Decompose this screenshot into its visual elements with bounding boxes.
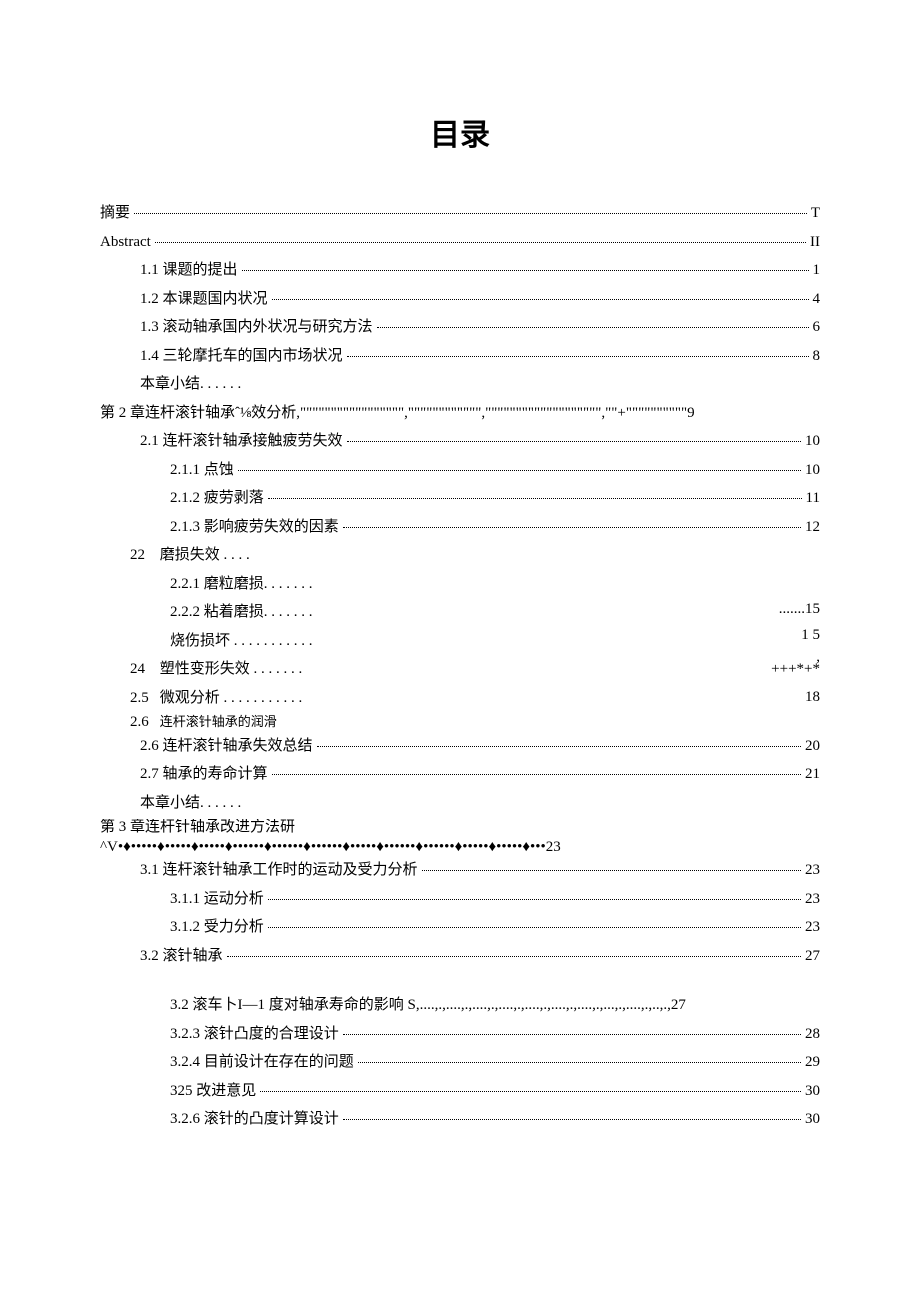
toc-page-number: 10 (805, 429, 820, 455)
toc-entry: 3.2.4 目前设计在存在的问题 29 (100, 1050, 820, 1076)
toc-label: 3.2 滚针轴承 (140, 944, 223, 970)
toc-label: 3.2.6 滚针的凸度计算设计 (170, 1107, 339, 1133)
toc-leader-dots (347, 441, 801, 442)
toc-page-number: 23 (805, 887, 820, 913)
toc-leader-dots (260, 1091, 801, 1092)
toc-entry: 3.2 滚车卜I—1 度对轴承寿命的影响 S,....,.,....,.,...… (100, 993, 820, 1019)
toc-page-number: 6 (813, 315, 821, 341)
toc-entry: 2.2.2 粘着磨损. . . . . . . (100, 600, 820, 626)
toc-entry: 本章小结. . . . . . (100, 372, 820, 398)
toc-page-number: 23 (805, 858, 820, 884)
toc-page-number: T (811, 201, 820, 227)
toc-entry: 1.2 本课题国内状况 4 (100, 287, 820, 313)
toc-entry: 2.6 连杆滚针轴承的润滑 (100, 714, 820, 731)
toc-entry: 2.7 轴承的寿命计算 21 (100, 762, 820, 788)
toc-entry: 1.4 三轮摩托车的国内市场状况 8 (100, 344, 820, 370)
toc-label: 3.1 连杆滚针轴承工作时的运动及受力分析 (140, 858, 418, 884)
toc-chapter-heading: ^V•♦•••••♦•••••♦•••••♦••••••♦••••••♦••••… (100, 839, 820, 856)
toc-page-number: 21 (805, 762, 820, 788)
toc-label: 1.2 本课题国内状况 (140, 287, 268, 313)
toc-entry: 2.6 连杆滚针轴承失效总结 20 (100, 734, 820, 760)
toc-entry: 325 改进意见 30 (100, 1079, 820, 1105)
toc-entry: 本章小结. . . . . . (100, 791, 820, 817)
toc-leader-dots (227, 956, 801, 957)
toc-label: 2.1.2 疲劳剥落 (170, 486, 264, 512)
toc-page-number: 1 5 (801, 626, 820, 644)
toc-entry: 3.2.6 滚针的凸度计算设计 30 (100, 1107, 820, 1133)
toc-page-number: 8 (813, 344, 821, 370)
toc-leader-dots (155, 242, 806, 243)
toc-page-number: 10 (805, 458, 820, 484)
toc-leader-dots (347, 356, 809, 357)
toc-page-number: 11 (806, 486, 820, 512)
toc-entry: 3.2 滚针轴承 27 (100, 944, 820, 970)
toc-label: 1.1 课题的提出 (140, 258, 238, 284)
toc-label: 2.1.3 影响疲劳失效的因素 (170, 515, 339, 541)
toc-entry: 1.1 课题的提出 1 (100, 258, 820, 284)
toc-entry: 2.1 连杆滚针轴承接触疲劳失效 10 (100, 429, 820, 455)
toc-entry: 3.1 连杆滚针轴承工作时的运动及受力分析 23 (100, 858, 820, 884)
toc-label: 1.3 滚动轴承国内外状况与研究方法 (140, 315, 373, 341)
toc-page-number: 23 (805, 915, 820, 941)
toc-entry: 2.5 微观分析 . . . . . . . . . . . (100, 686, 820, 712)
toc-entry: 1.3 滚动轴承国内外状况与研究方法 6 (100, 315, 820, 341)
toc-page-number: II (810, 230, 820, 256)
toc-entry: 2.1.1 点蚀 10 (100, 458, 820, 484)
toc-entry: 3.2.3 滚针凸度的合理设计 28 (100, 1022, 820, 1048)
toc-leader-dots (268, 927, 801, 928)
toc-leader-dots (317, 746, 801, 747)
page-title: 目录 (100, 110, 820, 161)
toc-entry: 摘要 T (100, 201, 820, 227)
toc-leader-dots (242, 270, 809, 271)
toc-entry: 2.2.1 磨粒磨损. . . . . . . (100, 572, 820, 598)
toc-entry: 22 磨损失效 . . . . (100, 543, 820, 569)
toc-leader-dots (272, 299, 809, 300)
toc-leader-dots (268, 899, 801, 900)
toc-chapter-heading: 第 3 章连杆针轴承改进方法研 (100, 819, 820, 836)
toc-entry: 3.1.1 运动分析 23 (100, 887, 820, 913)
toc-entry: 2.1.3 影响疲劳失效的因素 12 (100, 515, 820, 541)
toc-page-number: 30 (805, 1079, 820, 1105)
toc-leader-dots (343, 1119, 801, 1120)
toc-label: 1.4 三轮摩托车的国内市场状况 (140, 344, 343, 370)
toc-label: 3.1.1 运动分析 (170, 887, 264, 913)
toc-page-number: 30 (805, 1107, 820, 1133)
toc-page-number: +++*+* (771, 660, 820, 678)
toc-label: 3.2.4 目前设计在存在的问题 (170, 1050, 354, 1076)
toc-page-number: 29 (805, 1050, 820, 1076)
toc-leader-dots (358, 1062, 801, 1063)
toc-page-number: 12 (805, 515, 820, 541)
toc-page-number: 28 (805, 1022, 820, 1048)
toc-label: Abstract (100, 230, 151, 256)
toc-entry: 烧伤损坏 . . . . . . . . . . . (100, 629, 820, 655)
toc-page-number: 27 (805, 944, 820, 970)
toc-label: 325 改进意见 (170, 1079, 256, 1105)
toc-label: 2.7 轴承的寿命计算 (140, 762, 268, 788)
toc-label: 2.6 连杆滚针轴承失效总结 (140, 734, 313, 760)
toc-entry: Abstract II (100, 230, 820, 256)
toc-leader-dots (134, 213, 807, 214)
toc-leader-dots (343, 1034, 801, 1035)
toc-chapter-heading: 第 2 章连杆滚针轴承ˆ⅛效分析,""""""""""""""""","""""… (100, 401, 820, 427)
toc-page-number: 20 (805, 734, 820, 760)
toc-leader-dots (422, 870, 801, 871)
table-of-contents: 摘要TAbstractII1.1 课题的提出11.2 本课题国内状况41.3 滚… (100, 201, 820, 1133)
toc-label: 3.2.3 滚针凸度的合理设计 (170, 1022, 339, 1048)
toc-entry: 3.1.2 受力分析 23 (100, 915, 820, 941)
toc-page-number: .......15 (779, 600, 820, 618)
toc-leader-dots (268, 498, 802, 499)
toc-leader-dots (377, 327, 809, 328)
toc-page-number: 1 (813, 258, 821, 284)
toc-label: 摘要 (100, 201, 130, 227)
toc-entry: 2.1.2 疲劳剥落 11 (100, 486, 820, 512)
toc-label: 2.1 连杆滚针轴承接触疲劳失效 (140, 429, 343, 455)
toc-label: 2.1.1 点蚀 (170, 458, 234, 484)
toc-leader-dots (272, 774, 801, 775)
toc-leader-dots (343, 527, 801, 528)
toc-page-number: 18 (805, 688, 820, 706)
toc-leader-dots (238, 470, 801, 471)
toc-label: 3.1.2 受力分析 (170, 915, 264, 941)
toc-page-number: 4 (813, 287, 821, 313)
toc-entry: 24 塑性变形失效 . . . . . . . (100, 657, 820, 683)
